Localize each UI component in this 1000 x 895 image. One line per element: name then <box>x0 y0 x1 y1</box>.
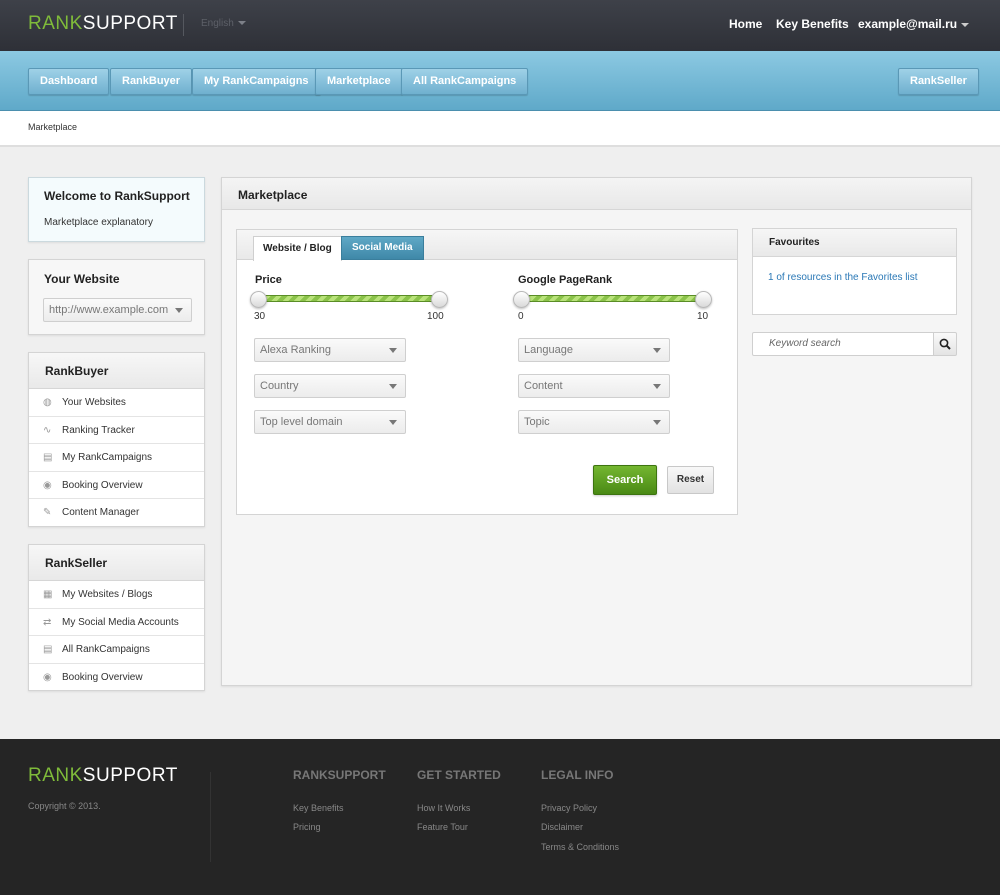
sidebar-item-my-websites-blogs[interactable]: ▦ My Websites / Blogs <box>29 581 204 609</box>
price-min-value: 30 <box>254 311 266 322</box>
footer-col-get-started-title: GET STARTED <box>417 768 501 782</box>
footer-link-how-it-works[interactable]: How It Works <box>417 803 470 813</box>
chevron-down-icon <box>175 308 183 313</box>
footer-link-disclaimer[interactable]: Disclaimer <box>541 822 583 832</box>
social-icon: ⇄ <box>43 616 52 628</box>
content-select[interactable]: Content <box>518 374 670 398</box>
welcome-title: Welcome to RankSupport <box>44 189 190 203</box>
logo[interactable]: RANKSUPPORT <box>28 13 178 35</box>
tab-social-media[interactable]: Social Media <box>341 236 424 260</box>
sidebar-item-ranking-tracker[interactable]: ∿ Ranking Tracker <box>29 417 204 445</box>
footer-logo[interactable]: RANKSUPPORT <box>28 765 178 787</box>
document-icon: ▤ <box>43 452 53 464</box>
document-icon: ▤ <box>43 644 53 656</box>
sidebar-item-my-social-media-accounts[interactable]: ⇄ My Social Media Accounts <box>29 609 204 637</box>
pagerank-min-handle[interactable] <box>513 291 530 308</box>
sidebar-item-your-websites[interactable]: ◍ Your Websites <box>29 389 204 417</box>
nav-marketplace-button[interactable]: Marketplace <box>315 68 403 95</box>
price-label: Price <box>255 274 282 286</box>
chevron-down-icon <box>961 22 970 27</box>
price-min-handle[interactable] <box>250 291 267 308</box>
favourites-link[interactable]: 1 of resources in the Favorites list <box>768 272 918 283</box>
sidebar-item-content-manager[interactable]: ✎ Content Manager <box>29 499 204 527</box>
footer-link-privacy-policy[interactable]: Privacy Policy <box>541 803 597 813</box>
list-icon: ▦ <box>43 589 53 600</box>
divider <box>210 772 211 862</box>
pulse-icon: ∿ <box>43 424 52 436</box>
website-select[interactable]: http://www.example.com <box>43 298 192 322</box>
divider <box>183 14 184 36</box>
topic-select[interactable]: Topic <box>518 410 670 434</box>
top-level-domain-select[interactable]: Top level domain <box>254 410 406 434</box>
pagerank-min-value: 0 <box>518 311 524 322</box>
language-select[interactable]: Language <box>518 338 670 362</box>
chevron-down-icon <box>653 348 661 353</box>
footer-col-ranksupport-title: RANKSUPPORT <box>293 768 386 782</box>
nav-home-link[interactable]: Home <box>729 17 762 31</box>
breadcrumb: Marketplace <box>28 122 78 132</box>
main-navigation: Dashboard RankBuyer My RankCampaigns Mar… <box>0 51 1000 111</box>
welcome-text: Marketplace explanatory <box>44 217 153 228</box>
pencil-icon: ✎ <box>43 507 52 519</box>
nav-rankbuyer-button[interactable]: RankBuyer <box>110 68 193 95</box>
pagerank-max-value: 10 <box>697 311 709 322</box>
rankseller-title: RankSeller <box>29 545 204 581</box>
footer-col-legal-info-title: LEGAL INFO <box>541 768 614 782</box>
nav-all-rankcampaigns-button[interactable]: All RankCampaigns <box>401 68 529 95</box>
sidebar-item-booking-overview-seller[interactable]: ◉ Booking Overview <box>29 664 204 692</box>
chevron-down-icon <box>653 420 661 425</box>
your-website-title: Your Website <box>44 272 120 286</box>
rankbuyer-title: RankBuyer <box>29 353 204 389</box>
pagerank-max-handle[interactable] <box>695 291 712 308</box>
globe-icon: ◍ <box>43 397 52 408</box>
nav-dashboard-button[interactable]: Dashboard <box>28 68 110 95</box>
rankseller-panel: RankSeller ▦ My Websites / Blogs ⇄ My Soci… <box>28 544 205 691</box>
favourites-title: Favourites <box>753 229 956 257</box>
user-menu[interactable]: example@mail.ru <box>858 17 970 31</box>
search-filters-box: Website / Blog Social Media <box>236 229 738 515</box>
favourites-panel: Favourites 1 of resources in the Favorit… <box>752 228 957 315</box>
footer-link-key-benefits[interactable]: Key Benefits <box>293 803 344 813</box>
footer-link-pricing[interactable]: Pricing <box>293 822 321 832</box>
nav-rankseller-button[interactable]: RankSeller <box>898 68 979 95</box>
footer: RANKSUPPORT Copyright © 2013. RANKSUPPOR… <box>0 739 1000 895</box>
keyword-search-button[interactable] <box>933 332 957 356</box>
price-slider-track <box>255 295 442 302</box>
price-max-handle[interactable] <box>431 291 448 308</box>
footer-link-terms-conditions[interactable]: Terms & Conditions <box>541 842 619 852</box>
alexa-ranking-select[interactable]: Alexa Ranking <box>254 338 406 362</box>
chevron-down-icon <box>237 21 246 26</box>
breadcrumb-bar: Marketplace <box>0 111 1000 147</box>
price-max-value: 100 <box>427 311 444 322</box>
page-title: Marketplace <box>222 178 971 210</box>
your-website-panel: Your Website http://www.example.com <box>28 259 205 335</box>
country-select[interactable]: Country <box>254 374 406 398</box>
sidebar-item-all-rankcampaigns[interactable]: ▤ All RankCampaigns <box>29 636 204 664</box>
pagerank-label: Google PageRank <box>518 274 613 286</box>
sidebar-item-my-rankcampaigns[interactable]: ▤ My RankCampaigns <box>29 444 204 472</box>
reset-button[interactable]: Reset <box>667 466 714 494</box>
search-button[interactable]: Search <box>593 465 657 495</box>
tab-website-blog[interactable]: Website / Blog <box>253 236 342 261</box>
copyright: Copyright © 2013. <box>28 801 101 811</box>
top-bar: RANKSUPPORT English Home Key Benefits ex… <box>0 0 1000 51</box>
keyword-search-input[interactable]: Keyword search <box>752 332 934 356</box>
chevron-down-icon <box>389 420 397 425</box>
chevron-down-icon <box>389 384 397 389</box>
footer-link-feature-tour[interactable]: Feature Tour <box>417 822 468 832</box>
chevron-down-icon <box>389 348 397 353</box>
rankbuyer-panel: RankBuyer ◍ Your Websites ∿ Ranking Tracke… <box>28 352 205 527</box>
eye-icon: ◉ <box>43 479 52 491</box>
search-icon <box>939 338 951 350</box>
pagerank-slider-track <box>518 295 708 302</box>
tab-bar: Website / Blog Social Media <box>237 230 737 261</box>
eye-icon: ◉ <box>43 671 52 683</box>
language-dropdown[interactable]: English <box>201 18 246 29</box>
sidebar-item-booking-overview[interactable]: ◉ Booking Overview <box>29 472 204 500</box>
welcome-panel: Welcome to RankSupport Marketplace expla… <box>28 177 205 242</box>
nav-key-benefits-link[interactable]: Key Benefits <box>776 17 849 31</box>
nav-my-rankcampaigns-button[interactable]: My RankCampaigns <box>192 68 321 95</box>
chevron-down-icon <box>653 384 661 389</box>
